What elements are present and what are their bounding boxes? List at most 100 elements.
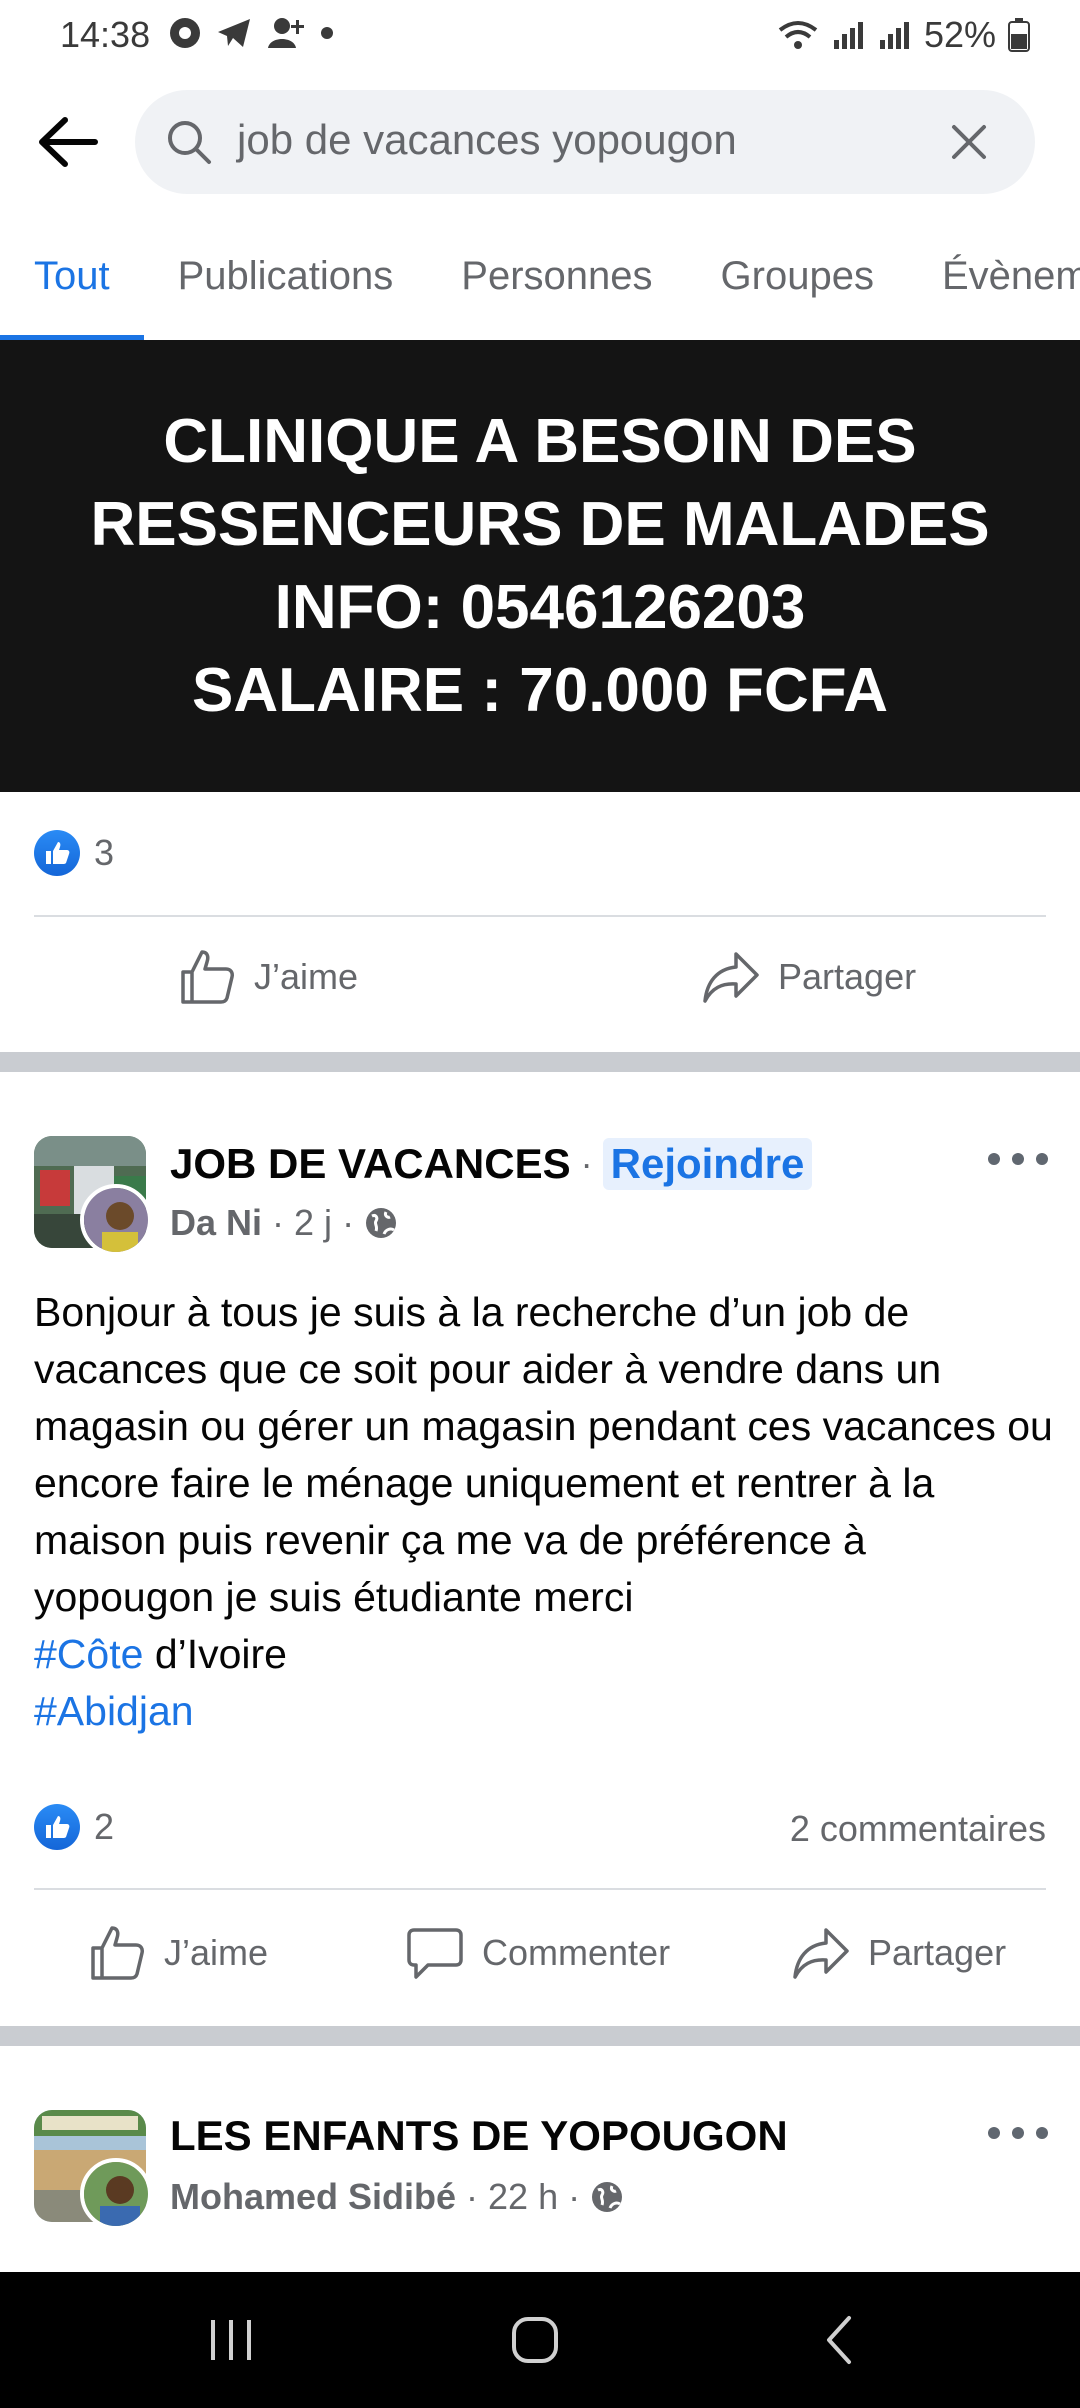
divider xyxy=(34,1888,1046,1890)
home-icon xyxy=(512,2317,558,2363)
search-query: job de vacances yopougon xyxy=(237,116,737,163)
share-icon xyxy=(793,1928,849,1979)
add-person-icon xyxy=(268,18,304,48)
comment-icon xyxy=(407,1928,463,1979)
recent-apps-button[interactable] xyxy=(186,2308,276,2372)
banner-text-line: SALAIRE : 70.000 FCFA xyxy=(192,656,888,725)
share-button[interactable]: Partager xyxy=(702,948,916,1006)
tab-people[interactable]: Personnes xyxy=(427,230,686,340)
dot-separator: · xyxy=(568,2176,581,2217)
feed-separator xyxy=(0,1052,1080,1072)
tab-all[interactable]: Tout xyxy=(0,230,144,340)
comments-count[interactable]: 2 commentaires xyxy=(790,1808,1046,1850)
dot-separator: · xyxy=(580,1143,593,1184)
share-button[interactable]: Partager xyxy=(792,1924,1006,1982)
user-photo xyxy=(80,2158,152,2230)
hashtag-suffix: d’Ivoire xyxy=(143,1631,287,1677)
post-time[interactable]: 22 h xyxy=(488,2176,558,2218)
comment-button[interactable]: Commenter xyxy=(406,1924,670,1982)
banner-text-line: CLINIQUE A BESOIN DES xyxy=(163,407,917,476)
post-text: Bonjour à tous je suis à la recherche d’… xyxy=(34,1284,1054,1740)
hashtag-link[interactable]: #Côte xyxy=(34,1631,143,1677)
system-navigation-bar xyxy=(0,2272,1080,2408)
hashtag-link[interactable]: #Abidjan xyxy=(34,1688,194,1734)
author-name[interactable]: Da Ni xyxy=(170,1202,262,1244)
globe-icon xyxy=(366,1208,397,1238)
chevron-left-icon xyxy=(827,2316,851,2364)
post-meta: Mohamed Sidibé · 22 h · xyxy=(170,2176,624,2218)
post-header-title: LES ENFANTS DE YOPOUGON xyxy=(170,2112,788,2160)
thumbs-up-icon xyxy=(181,950,234,1004)
search-input[interactable]: job de vacances yopougon xyxy=(135,90,1035,194)
search-header: job de vacances yopougon xyxy=(0,90,1080,195)
banner-text-line: INFO: 0546126203 xyxy=(274,573,806,642)
notification-icons xyxy=(168,16,334,50)
soccer-icon xyxy=(170,18,200,48)
status-time: 14:38 xyxy=(60,14,151,55)
comment-label: Commenter xyxy=(482,1932,671,1973)
home-button[interactable] xyxy=(490,2308,580,2372)
reaction-summary[interactable]: 2 xyxy=(34,1804,114,1850)
post-avatar[interactable] xyxy=(34,1136,152,1256)
dot-separator: · xyxy=(272,1202,285,1243)
more-dot xyxy=(1012,2127,1024,2139)
share-label: Partager xyxy=(868,1932,1007,1973)
reaction-summary[interactable]: 3 xyxy=(34,830,114,876)
reaction-count: 2 xyxy=(94,1806,115,1847)
signal-icon xyxy=(879,22,909,49)
battery-icon xyxy=(1008,18,1030,52)
feed-separator xyxy=(0,2026,1080,2046)
dot-icon xyxy=(321,27,333,39)
share-label: Partager xyxy=(778,956,917,997)
user-photo xyxy=(80,1184,152,1256)
search-icon xyxy=(168,121,211,164)
globe-icon xyxy=(592,2182,623,2212)
post-meta: Da Ni · 2 j · xyxy=(170,1202,398,1244)
like-label: J’aime xyxy=(164,1932,269,1973)
like-reaction-icon xyxy=(34,830,80,876)
share-icon xyxy=(703,952,759,1003)
tab-groups[interactable]: Groupes xyxy=(687,230,908,340)
divider xyxy=(34,915,1046,917)
wifi-icon xyxy=(778,21,818,49)
more-dot xyxy=(988,2127,1000,2139)
like-button[interactable]: J’aime xyxy=(178,948,358,1006)
post-options-button[interactable] xyxy=(988,2118,1048,2148)
more-dot xyxy=(988,1153,1000,1165)
close-icon xyxy=(952,125,986,159)
post-image-banner[interactable]: CLINIQUE A BESOIN DES RESSENCEURS DE MAL… xyxy=(0,340,1080,792)
back-button[interactable] xyxy=(32,112,104,172)
reaction-count: 3 xyxy=(94,832,115,873)
recent-apps-icon xyxy=(211,2320,251,2360)
dot-separator: · xyxy=(342,1202,355,1243)
group-name[interactable]: LES ENFANTS DE YOPOUGON xyxy=(170,2112,788,2160)
like-button[interactable]: J’aime xyxy=(88,1924,268,1982)
post-body-text: Bonjour à tous je suis à la recherche d’… xyxy=(34,1289,1053,1620)
search-filter-tabs: Tout Publications Personnes Groupes Évèn… xyxy=(0,230,1080,340)
tab-events[interactable]: Évènements xyxy=(908,230,1080,340)
telegram-icon xyxy=(218,19,250,47)
like-reaction-icon xyxy=(34,1804,80,1850)
arrow-left-icon xyxy=(39,117,98,167)
author-name[interactable]: Mohamed Sidibé xyxy=(170,2176,456,2218)
more-dot xyxy=(1036,1153,1048,1165)
post-header-title: JOB DE VACANCES · Rejoindre xyxy=(170,1138,813,1190)
thumbs-up-icon xyxy=(91,1926,144,1980)
more-dot xyxy=(1012,1153,1024,1165)
status-bar: 14:38 52% xyxy=(0,0,1080,70)
post-time[interactable]: 2 j xyxy=(294,1202,332,1244)
status-right: 52% xyxy=(776,14,1030,56)
clear-search-button[interactable] xyxy=(941,114,997,170)
post-avatar[interactable] xyxy=(34,2110,152,2230)
tab-posts[interactable]: Publications xyxy=(144,230,428,340)
join-group-button[interactable]: Rejoindre xyxy=(602,1138,813,1190)
post-options-button[interactable] xyxy=(988,1144,1048,1174)
group-name[interactable]: JOB DE VACANCES xyxy=(170,1140,571,1188)
signal-icon xyxy=(833,22,863,49)
back-nav-button[interactable] xyxy=(794,2308,884,2372)
battery-percent: 52% xyxy=(923,14,996,55)
dot-separator: · xyxy=(466,2176,479,2217)
banner-text-line: RESSENCEURS DE MALADES xyxy=(90,490,990,559)
more-dot xyxy=(1036,2127,1048,2139)
like-label: J’aime xyxy=(254,956,359,997)
